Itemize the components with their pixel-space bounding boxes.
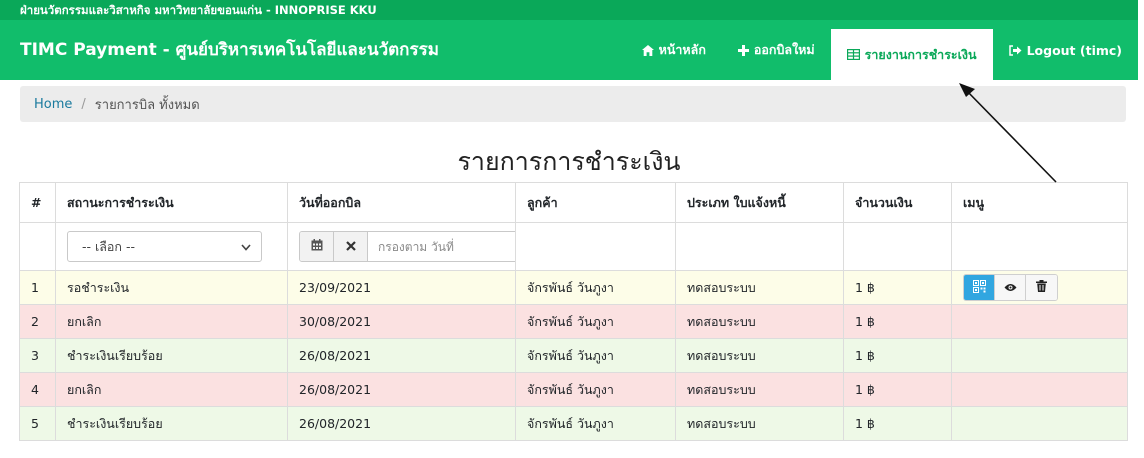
- row-status: ยกเลิก: [55, 304, 288, 339]
- nav-links: หน้าหลัก ออกบิลใหม่ รายงานการชำระเงิน Lo…: [626, 20, 1138, 80]
- row-action-group: [963, 274, 1058, 301]
- brand-title[interactable]: TIMC Payment - ศูนย์บริหารเทคโนโลยีและนว…: [0, 20, 626, 80]
- row-status: ยกเลิก: [55, 372, 288, 407]
- eye-icon: [1004, 280, 1017, 295]
- row-date: 26/08/2021: [287, 406, 516, 441]
- nav-logout-label: Logout (timc): [1026, 42, 1122, 58]
- row-amount: 1 ฿: [843, 338, 952, 373]
- row-number: 4: [19, 372, 56, 407]
- nav-payment-report[interactable]: รายงานการชำระเงิน: [830, 29, 993, 80]
- qr-code-icon: [972, 279, 986, 296]
- row-invoice-type: ทดสอบระบบ: [675, 270, 844, 305]
- nav-logout[interactable]: Logout (timc): [993, 20, 1138, 80]
- status-filter-value: -- เลือก --: [82, 238, 135, 254]
- row-invoice-type: ทดสอบระบบ: [675, 304, 844, 339]
- row-date: 26/08/2021: [287, 372, 516, 407]
- row-invoice-type: ทดสอบระบบ: [675, 406, 844, 441]
- row-menu: [951, 338, 1128, 373]
- nav-new-bill[interactable]: ออกบิลใหม่: [722, 20, 831, 80]
- breadcrumb-current: รายการบิล ทั้งหมด: [94, 97, 200, 113]
- home-icon: [641, 44, 654, 56]
- row-menu: [951, 270, 1128, 305]
- page-title: รายการการชำระเงิน: [457, 147, 681, 176]
- calendar-button[interactable]: [300, 232, 334, 261]
- date-filter-input[interactable]: [368, 232, 515, 261]
- chevron-down-icon: [241, 239, 251, 254]
- clear-date-button[interactable]: [334, 232, 368, 261]
- breadcrumb-home-link[interactable]: Home: [34, 97, 72, 112]
- row-number: 5: [19, 406, 56, 441]
- nav-payment-report-label: รายงานการชำระเงิน: [864, 46, 977, 62]
- table-icon: [846, 49, 860, 60]
- row-date: 30/08/2021: [287, 304, 516, 339]
- plus-icon: [737, 44, 749, 56]
- qr-code-button[interactable]: [964, 275, 995, 300]
- row-amount: 1 ฿: [843, 372, 952, 407]
- table-row[interactable]: 5 ชำระเงินเรียบร้อย 26/08/2021 จักรพันธ์ วั…: [19, 406, 1128, 441]
- row-invoice-type: ทดสอบระบบ: [675, 338, 844, 373]
- delete-button[interactable]: [1026, 275, 1057, 300]
- navbar: TIMC Payment - ศูนย์บริหารเทคโนโลยีและนว…: [0, 20, 1138, 80]
- row-customer: จักรพันธ์ วันภูงา: [515, 270, 676, 305]
- row-date: 23/09/2021: [287, 270, 516, 305]
- calendar-icon: [311, 239, 323, 254]
- row-number: 2: [19, 304, 56, 339]
- table-row[interactable]: 2 ยกเลิก 30/08/2021 จักรพันธ์ วันภูงา ทดสอบร…: [19, 304, 1128, 339]
- breadcrumb-separator: /: [81, 96, 86, 112]
- row-status: รอชำระเงิน: [55, 270, 288, 305]
- header-invoice-type[interactable]: ประเภท ใบแจ้งหนี้: [675, 182, 844, 223]
- row-amount: 1 ฿: [843, 270, 952, 305]
- payment-table: # สถานะการชำระเงิน วันที่ออกบิล ลูกค้า ป…: [19, 182, 1128, 441]
- header-status[interactable]: สถานะการชำระเงิน: [55, 182, 288, 223]
- table-row[interactable]: 3 ชำระเงินเรียบร้อย 26/08/2021 จักรพันธ์ วั…: [19, 338, 1128, 373]
- header-menu: เมนู: [951, 182, 1128, 223]
- row-customer: จักรพันธ์ วันภูงา: [515, 304, 676, 339]
- header-number[interactable]: #: [19, 182, 56, 223]
- filter-row: -- เลือก --: [19, 222, 1128, 271]
- view-button[interactable]: [995, 275, 1026, 300]
- nav-home[interactable]: หน้าหลัก: [626, 20, 722, 80]
- row-amount: 1 ฿: [843, 304, 952, 339]
- breadcrumb: Home / รายการบิล ทั้งหมด: [20, 86, 1126, 122]
- row-status: ชำระเงินเรียบร้อย: [55, 338, 288, 373]
- nav-new-bill-label: ออกบิลใหม่: [753, 42, 815, 57]
- trash-icon: [1036, 280, 1047, 295]
- row-menu: [951, 406, 1128, 441]
- row-customer: จักรพันธ์ วันภูงา: [515, 338, 676, 373]
- row-number: 3: [19, 338, 56, 373]
- row-menu: [951, 372, 1128, 407]
- row-menu: [951, 304, 1128, 339]
- date-filter-group: [299, 231, 515, 262]
- row-amount: 1 ฿: [843, 406, 952, 441]
- row-number: 1: [19, 270, 56, 305]
- row-date: 26/08/2021: [287, 338, 516, 373]
- header-date[interactable]: วันที่ออกบิล: [287, 182, 516, 223]
- table-row[interactable]: 4 ยกเลิก 26/08/2021 จักรพันธ์ วันภูงา ทดสอบร…: [19, 372, 1128, 407]
- table-row[interactable]: 1 รอชำระเงิน 23/09/2021 จักรพันธ์ วันภูงา ทด…: [19, 270, 1128, 305]
- sign-out-icon: [1008, 44, 1022, 56]
- table-header-row: # สถานะการชำระเงิน วันที่ออกบิล ลูกค้า ป…: [19, 182, 1128, 223]
- nav-home-label: หน้าหลัก: [658, 42, 706, 57]
- close-icon: [345, 239, 356, 254]
- top-strip: ฝ่ายนวัตกรรมและวิสาหกิจ มหาวิทยาลัยขอนแก…: [0, 0, 1138, 20]
- row-customer: จักรพันธ์ วันภูงา: [515, 406, 676, 441]
- row-status: ชำระเงินเรียบร้อย: [55, 406, 288, 441]
- row-customer: จักรพันธ์ วันภูงา: [515, 372, 676, 407]
- header-customer[interactable]: ลูกค้า: [515, 182, 676, 223]
- row-invoice-type: ทดสอบระบบ: [675, 372, 844, 407]
- header-amount[interactable]: จำนวนเงิน: [843, 182, 952, 223]
- status-filter-select[interactable]: -- เลือก --: [67, 231, 262, 262]
